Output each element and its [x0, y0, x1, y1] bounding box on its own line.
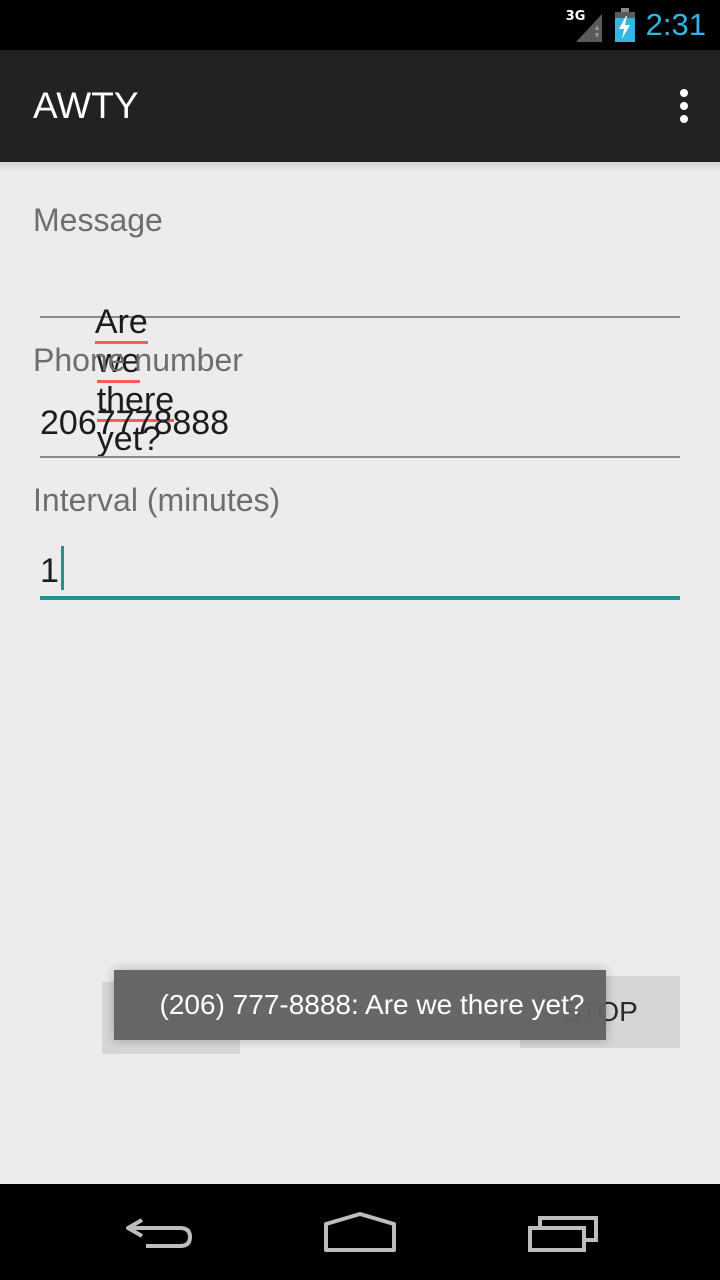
- toast-message: (206) 777-8888: Are we there yet?: [114, 970, 606, 1040]
- action-bar-shadow: [0, 162, 720, 172]
- phone-value: 2067778888: [40, 404, 230, 442]
- battery-charging-icon: [614, 8, 636, 42]
- phone-label: Phone number: [33, 342, 243, 378]
- message-word: Are: [94, 303, 148, 344]
- navigation-bar: [0, 1184, 720, 1280]
- clock: 2:31: [645, 7, 706, 42]
- interval-value: 1: [40, 552, 59, 590]
- home-icon[interactable]: [320, 1204, 400, 1260]
- text-cursor: [60, 546, 64, 590]
- status-bar: 3G 2:31: [0, 0, 720, 50]
- message-input[interactable]: Are we there yet?: [40, 254, 680, 458]
- phone-input[interactable]: 2067778888: [40, 394, 680, 458]
- interval-label: Interval (minutes): [33, 482, 281, 518]
- message-value: Are we there yet?: [40, 264, 175, 498]
- back-icon[interactable]: [120, 1204, 200, 1260]
- recents-icon[interactable]: [520, 1204, 600, 1260]
- interval-input[interactable]: 1: [40, 536, 680, 600]
- app-title: AWTY: [33, 85, 139, 126]
- screen: 3G 2:31 AWTY Message Are we there yet? P…: [0, 0, 720, 1280]
- toast-text: (206) 777-8888: Are we there yet?: [159, 989, 585, 1020]
- interval-value-wrap: 1: [40, 546, 64, 591]
- overflow-menu-icon[interactable]: [666, 86, 702, 126]
- signal-icon: 3G: [566, 8, 604, 42]
- message-label: Message: [33, 202, 163, 238]
- action-bar: AWTY: [0, 50, 720, 162]
